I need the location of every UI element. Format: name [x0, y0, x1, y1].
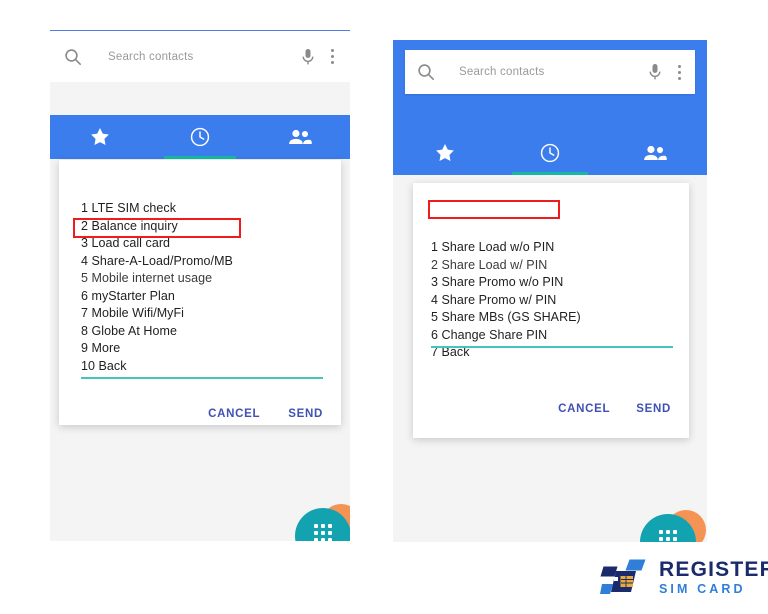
microphone-icon[interactable]: [647, 62, 663, 82]
menu-item: 8 Globe At Home: [81, 323, 177, 338]
menu-item-highlighted: 1 Share Load w/o PIN: [431, 240, 555, 254]
screenshot-stage: Search contacts 1 LTE SIM check 2 Balanc…: [0, 0, 768, 614]
menu-item: 4 Share Promo w/ PIN: [431, 292, 557, 307]
phone-screenshot-left: Search contacts 1 LTE SIM check 2 Balanc…: [50, 30, 350, 541]
menu-item: 3 Share Promo w/o PIN: [431, 275, 564, 289]
logo-text: REGISTER SIM CARD: [659, 559, 768, 596]
tab-selected-indicator: [512, 172, 588, 175]
menu-item: 6 Change Share PIN: [431, 327, 548, 342]
overflow-menu-icon[interactable]: [677, 64, 681, 80]
dialog-actions: CANCEL SEND: [208, 408, 323, 420]
menu-item: 10 Back: [81, 358, 127, 373]
menu-item: 9 More: [81, 341, 121, 355]
tab-contacts[interactable]: [602, 130, 707, 175]
star-icon: [89, 126, 111, 148]
send-button[interactable]: SEND: [288, 408, 323, 420]
tab-selected-indicator: [164, 156, 236, 159]
people-icon: [288, 128, 312, 146]
phone-screenshot-right: Search contacts 1 Share Load w/o PIN 2 S…: [393, 40, 707, 542]
clock-icon: [539, 142, 561, 164]
input-underline: [81, 377, 323, 379]
ussd-menu-list: 1 LTE SIM check 2 Balance inquiry 3 Load…: [81, 200, 327, 375]
menu-item: 5 Mobile internet usage: [81, 271, 213, 285]
menu-item-highlighted: 4 Share-A-Load/Promo/MB: [81, 253, 233, 268]
dialog-actions: CANCEL SEND: [558, 403, 671, 415]
search-bar[interactable]: Search contacts: [405, 50, 695, 94]
overflow-menu-icon[interactable]: [330, 49, 334, 64]
search-input[interactable]: Search contacts: [459, 66, 647, 78]
tab-favorites[interactable]: [393, 130, 498, 175]
ussd-menu-list: 1 Share Load w/o PIN 2 Share Load w/ PIN…: [431, 239, 675, 362]
microphone-icon[interactable]: [300, 47, 316, 67]
search-icon: [417, 63, 435, 81]
menu-item: 6 myStarter Plan: [81, 288, 175, 303]
menu-item: 7 Mobile Wifi/MyFi: [81, 306, 184, 320]
dialpad-icon: [314, 523, 332, 541]
search-bar[interactable]: Search contacts: [50, 30, 350, 82]
search-icon: [64, 48, 82, 66]
menu-item: 1 LTE SIM check: [81, 201, 176, 215]
tab-bar: [50, 115, 350, 159]
sim-card-icon: [600, 557, 648, 597]
logo-title: REGISTER: [659, 557, 768, 581]
people-icon: [643, 144, 667, 162]
ussd-dialog: 1 Share Load w/o PIN 2 Share Load w/ PIN…: [413, 183, 689, 438]
tab-favorites[interactable]: [50, 115, 150, 159]
clock-icon: [189, 126, 211, 148]
menu-item: 2 Share Load w/ PIN: [431, 257, 548, 272]
tab-recents[interactable]: [498, 130, 603, 175]
tab-bar: [393, 130, 707, 175]
overflow-dot: [677, 70, 681, 74]
cancel-button[interactable]: CANCEL: [208, 408, 260, 420]
overflow-dot: [330, 61, 334, 64]
menu-item: 2 Balance inquiry: [81, 218, 178, 233]
dialpad-icon: [659, 529, 677, 543]
overflow-dot: [330, 49, 334, 52]
cancel-button[interactable]: CANCEL: [558, 403, 610, 415]
overflow-dot: [677, 76, 681, 80]
star-icon: [434, 142, 456, 164]
send-button[interactable]: SEND: [636, 403, 671, 415]
register-sim-card-logo: REGISTER SIM CARD: [600, 557, 768, 597]
overflow-dot: [677, 64, 681, 68]
overflow-dot: [330, 55, 334, 58]
logo-subtitle: SIM CARD: [659, 581, 746, 596]
tab-recents[interactable]: [150, 115, 250, 159]
search-input[interactable]: Search contacts: [108, 51, 300, 63]
menu-item: 3 Load call card: [81, 236, 171, 250]
input-underline: [431, 346, 673, 348]
tab-contacts[interactable]: [250, 115, 350, 159]
menu-item: 5 Share MBs (GS SHARE): [431, 310, 581, 324]
ussd-dialog: 1 LTE SIM check 2 Balance inquiry 3 Load…: [59, 160, 341, 425]
